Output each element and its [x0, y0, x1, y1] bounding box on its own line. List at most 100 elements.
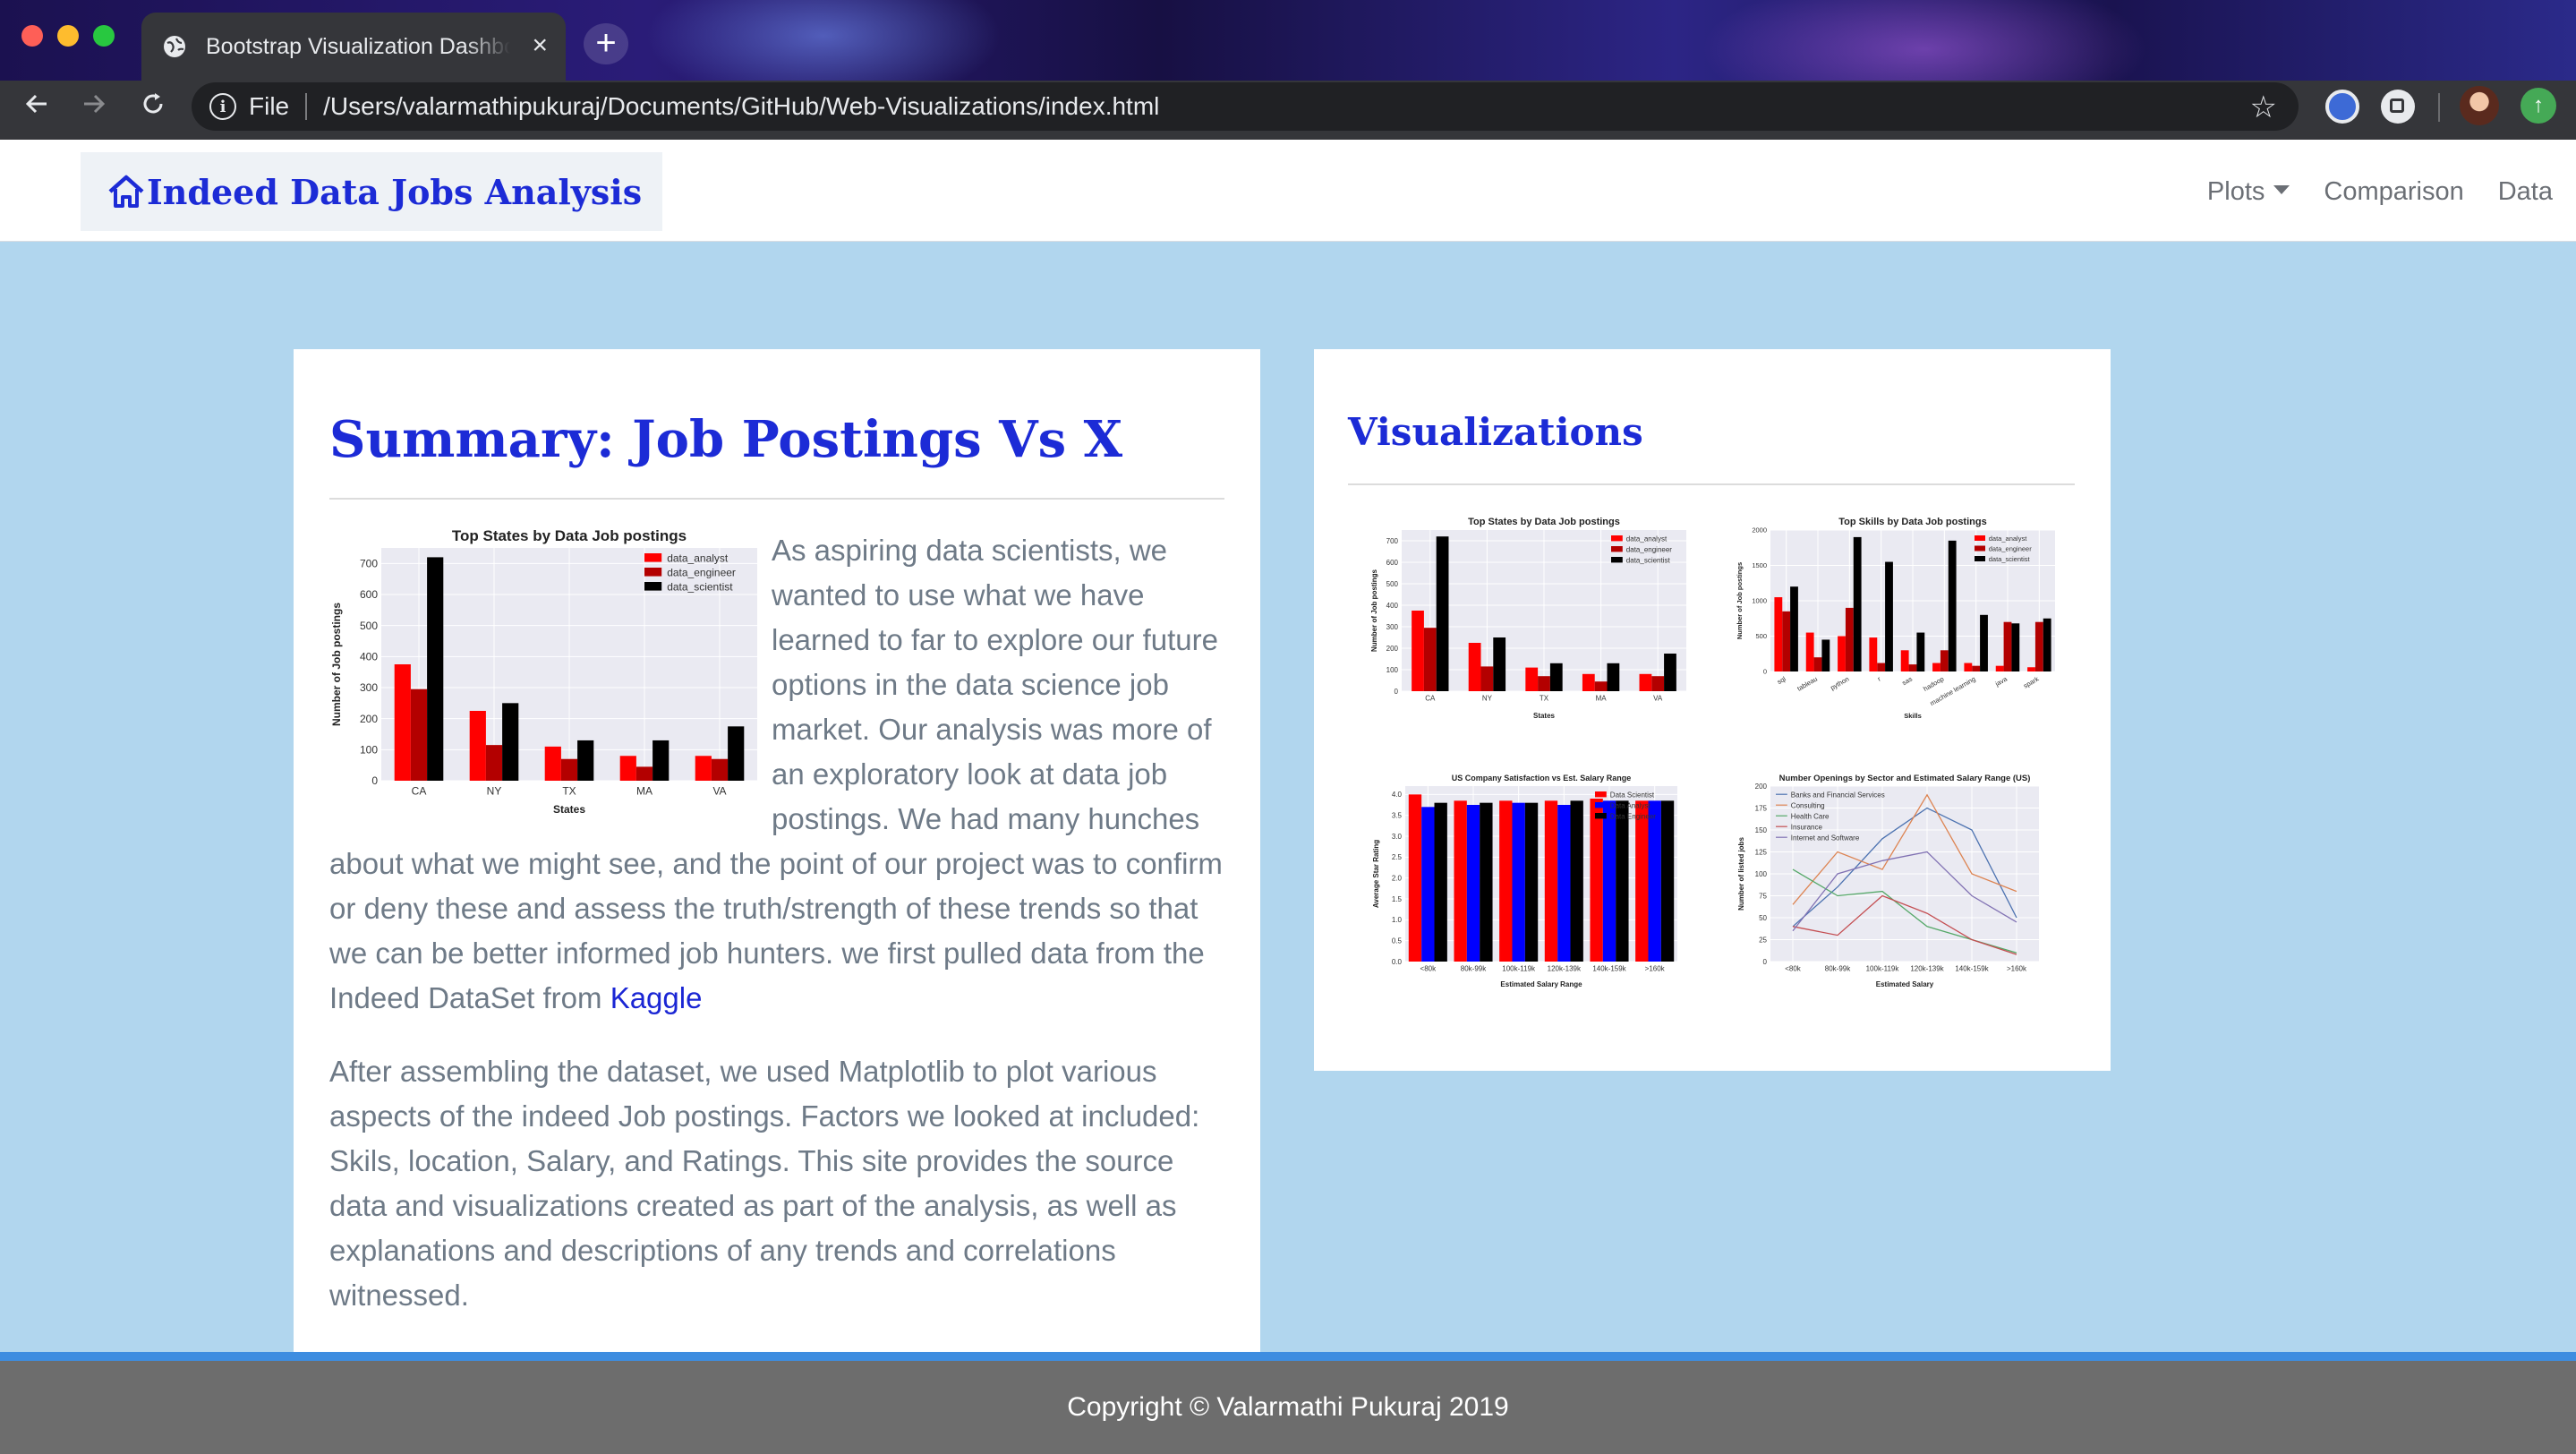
- bar: [1423, 628, 1437, 691]
- y-tick-label: 500: [1755, 632, 1767, 640]
- y-tick-label: 1500: [1752, 561, 1767, 569]
- x-tick-label: 140k-159k: [1955, 964, 1989, 972]
- chart-title: Top States by Data Job postings: [1468, 517, 1620, 527]
- thumb-top-skills[interactable]: Top Skills by Data Job postings 0 500 1000 1…: [1735, 516, 2066, 722]
- extension-icon[interactable]: [2381, 90, 2415, 124]
- bar: [1639, 673, 1652, 691]
- y-tick-label: 1.0: [1392, 916, 1403, 924]
- y-tick-label: 25: [1759, 936, 1767, 944]
- footer: Copyright © Valarmathi Pukuraj 2019: [0, 1361, 2576, 1454]
- chart-top-states[interactable]: Top States by Data Job postings 0 100 200 30…: [329, 528, 761, 824]
- bar: [1660, 800, 1675, 962]
- x-tick-label: sql: [1776, 675, 1787, 687]
- avatar[interactable]: [2460, 86, 2499, 125]
- legend-label: Internet and Software: [1791, 834, 1860, 842]
- divider: [2438, 93, 2440, 122]
- x-tick-label: TX: [562, 785, 576, 798]
- legend-swatch: [1595, 791, 1607, 798]
- y-axis-label: Number of Job postings: [1736, 562, 1744, 639]
- window-zoom-button[interactable]: [93, 25, 115, 47]
- y-tick-label: 500: [1386, 580, 1399, 588]
- summary-card: Summary: Job Postings Vs X As aspiring d…: [294, 349, 1260, 1356]
- y-tick-label: 0.0: [1392, 958, 1403, 966]
- y-tick-label: 75: [1759, 892, 1767, 900]
- bar: [619, 756, 636, 781]
- x-tick-label: tableau: [1796, 675, 1819, 693]
- y-tick-label: 200: [1755, 783, 1768, 791]
- forward-arrow-icon[interactable]: [73, 88, 115, 129]
- legend-swatch: [1975, 556, 1985, 561]
- x-tick-label: <80k: [1420, 964, 1437, 972]
- x-tick-label: MA: [636, 785, 653, 798]
- x-tick-label: 80k-99k: [1825, 964, 1851, 972]
- brand-title: Indeed Data Jobs Analysis: [147, 171, 643, 212]
- bar: [544, 746, 561, 781]
- x-tick-label: hadoop: [1922, 675, 1945, 693]
- y-axis-label: Number of listed jobs: [1737, 837, 1745, 911]
- legend-swatch: [644, 582, 662, 591]
- y-tick-label: 200: [1386, 645, 1399, 653]
- nav-plots-label: Plots: [2206, 177, 2265, 206]
- window-minimize-button[interactable]: [57, 25, 79, 47]
- nav-data[interactable]: Data: [2498, 177, 2553, 207]
- bar: [2003, 621, 2012, 671]
- thumb-openings-sector[interactable]: Number Openings by Sector and Estimated …: [1735, 774, 2075, 988]
- bar: [577, 740, 594, 781]
- legend-swatch: [1975, 535, 1985, 541]
- nav-comparison[interactable]: Comparison: [2324, 177, 2463, 207]
- reload-icon[interactable]: [132, 88, 174, 129]
- x-tick-label: 100k-119k: [1502, 964, 1536, 972]
- extension-icon[interactable]: [2325, 90, 2359, 124]
- bar: [1916, 632, 1925, 671]
- x-tick-label: VA: [1653, 694, 1663, 702]
- y-tick-label: 2.0: [1392, 874, 1403, 882]
- x-tick-label: python: [1829, 675, 1850, 692]
- url-text[interactable]: /Users/valarmathipukuraj/Documents/GitHu…: [323, 92, 1159, 121]
- bar: [1664, 654, 1676, 691]
- chart-title: US Company Satisfaction vs Est. Salary R…: [1452, 774, 1632, 783]
- kaggle-link[interactable]: Kaggle: [610, 981, 703, 1014]
- thumb-top-states[interactable]: Top States by Data Job postings 0 100 200 30…: [1369, 516, 1692, 722]
- x-tick-label: TX: [1540, 694, 1549, 702]
- tab-close-icon[interactable]: ×: [532, 30, 548, 61]
- x-axis-label: States: [553, 803, 585, 816]
- bar: [1582, 673, 1595, 691]
- summary-paragraph-2: After assembling the dataset, we used Ma…: [329, 1055, 1200, 1312]
- bar: [1544, 800, 1558, 962]
- y-tick-label: 1.5: [1392, 895, 1403, 903]
- nav-plots-dropdown[interactable]: Plots: [2207, 177, 2290, 207]
- address-bar[interactable]: i File /Users/valarmathipukuraj/Document…: [192, 82, 2299, 131]
- bar: [1980, 614, 1988, 671]
- window-close-button[interactable]: [21, 25, 43, 47]
- bar: [1512, 802, 1525, 962]
- bar: [1454, 800, 1467, 962]
- nav-links: Plots Comparison Data: [2173, 177, 2553, 207]
- brand-link[interactable]: Indeed Data Jobs Analysis: [81, 152, 662, 231]
- y-tick-label: 700: [1386, 537, 1399, 545]
- y-tick-label: 400: [1386, 602, 1399, 610]
- legend-swatch: [1975, 545, 1985, 552]
- browser-tab-strip: Bootstrap Visualization Dashboard × +: [0, 0, 2576, 81]
- y-tick-label: 0: [1395, 688, 1399, 696]
- x-tick-label: >160k: [2007, 964, 2027, 972]
- thumb-satisfaction-salary[interactable]: US Company Satisfaction vs Est. Salary R…: [1369, 774, 1692, 988]
- y-tick-label: 4.0: [1392, 791, 1403, 799]
- info-icon[interactable]: i: [209, 93, 236, 120]
- bar: [1885, 561, 1893, 671]
- new-tab-button[interactable]: +: [584, 23, 628, 64]
- bar: [560, 758, 578, 781]
- footer-accent-bar: [0, 1352, 2576, 1361]
- back-arrow-icon[interactable]: [16, 88, 57, 129]
- bar: [1869, 637, 1878, 671]
- bar: [1995, 665, 2004, 671]
- browser-tab[interactable]: Bootstrap Visualization Dashboard ×: [141, 13, 566, 81]
- star-icon[interactable]: ☆: [2250, 90, 2277, 125]
- bar: [1594, 681, 1608, 691]
- y-tick-label: 150: [1755, 826, 1768, 834]
- update-icon[interactable]: ↑: [2521, 88, 2556, 124]
- legend-swatch: [644, 568, 662, 577]
- bar: [2011, 623, 2020, 671]
- legend-label: data_analyst: [667, 552, 729, 565]
- y-tick-label: 2000: [1752, 526, 1767, 535]
- y-tick-label: 600: [1386, 559, 1399, 567]
